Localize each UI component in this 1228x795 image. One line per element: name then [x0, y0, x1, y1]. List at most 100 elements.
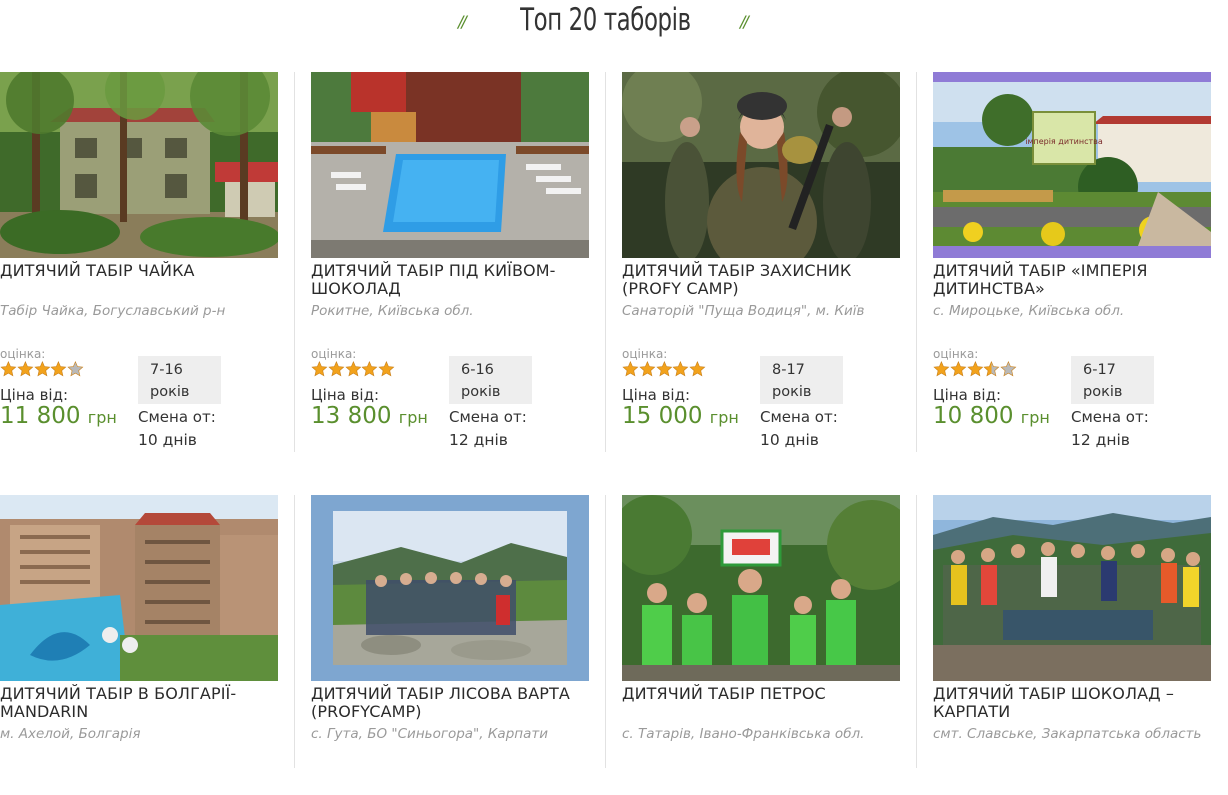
age-unit: років — [772, 384, 812, 400]
age-range: 7-16 — [150, 362, 183, 378]
age-unit: років — [461, 384, 501, 400]
rating-stars — [311, 361, 395, 377]
column-divider — [916, 495, 917, 768]
price-value: 10 800 грн — [933, 403, 1050, 429]
price-label: Ціна від: — [933, 386, 1002, 404]
star-icon — [17, 361, 34, 377]
section-title: Топ 20 таборів — [520, 2, 691, 38]
star-icon — [378, 361, 395, 377]
camp-location: с. Мироцьке, Київська обл. — [933, 303, 1125, 319]
camp-name[interactable]: ДИТЯЧИЙ ТАБІР ЧАЙКА — [0, 262, 276, 280]
camp-card[interactable]: ДИТЯЧИЙ ТАБІР ШОКОЛАД – КАРПАТИ смт. Сла… — [933, 495, 1211, 795]
price-label: Ціна від: — [311, 386, 380, 404]
camp-name[interactable]: ДИТЯЧИЙ ТАБІР В БОЛГАРІЇ-MANDARIN — [0, 685, 276, 721]
camp-name[interactable]: ДИТЯЧИЙ ТАБІР ПІД КИЇВОМ-ШОКОЛАД — [311, 262, 587, 298]
camp-card[interactable]: ДИТЯЧИЙ ТАБІР ЛІСОВА ВАРТА (PROFYCAMP) с… — [311, 495, 589, 795]
shift-label: Смена от: — [449, 408, 527, 426]
star-icon — [672, 361, 689, 377]
age-badge: 8-17 років — [760, 356, 843, 404]
rating-label: оцінка: — [311, 347, 357, 361]
price-currency: грн — [398, 408, 428, 427]
camp-location: с. Татарів, Івано-Франківська обл. — [622, 726, 865, 742]
star-icon — [328, 361, 345, 377]
price-value: 13 800 грн — [311, 403, 428, 429]
camp-card[interactable]: ДИТЯЧИЙ ТАБІР ЗАХИСНИК (PROFY CAMP) Сана… — [622, 72, 900, 449]
rating-stars — [933, 361, 1017, 377]
shift-duration: 10 днів — [138, 431, 197, 449]
shift-label: Смена от: — [760, 408, 838, 426]
title-ornament-right: // — [740, 12, 749, 31]
shift-duration: 12 днів — [449, 431, 508, 449]
camp-card[interactable]: імперія дитинства ДИТЯЧИЙ ТАБІР «ІМПЕРІЯ… — [933, 72, 1211, 449]
price-label: Ціна від: — [622, 386, 691, 404]
age-badge: 6-16 років — [449, 356, 532, 404]
section-header: // Топ 20 таборів // — [0, 0, 1228, 50]
rating-stars — [622, 361, 706, 377]
age-range: 6-16 — [461, 362, 494, 378]
age-range: 8-17 — [772, 362, 805, 378]
camp-photo-resort-buildings[interactable] — [0, 495, 278, 681]
star-icon — [655, 361, 673, 377]
shift-duration: 10 днів — [760, 431, 819, 449]
camp-card[interactable]: ДИТЯЧИЙ ТАБІР В БОЛГАРІЇ-MANDARIN м. Ахе… — [0, 495, 278, 795]
price-currency: грн — [87, 408, 117, 427]
shift-duration: 12 днів — [1071, 431, 1130, 449]
star-icon — [344, 361, 362, 377]
column-divider — [605, 495, 606, 768]
camp-location: с. Гута, БО "Синьогора", Карпати — [311, 726, 549, 742]
camp-card[interactable]: ДИТЯЧИЙ ТАБІР ПІД КИЇВОМ-ШОКОЛАД Рокитне… — [311, 72, 589, 449]
star-icon — [311, 361, 328, 377]
camp-location: м. Ахелой, Болгарія — [0, 726, 141, 742]
age-range: 6-17 — [1083, 362, 1116, 378]
star-icon — [1000, 361, 1017, 377]
camp-photo-mountain-group[interactable] — [311, 495, 589, 681]
shift-label: Смена от: — [1071, 408, 1149, 426]
star-icon — [33, 361, 51, 377]
age-badge: 7-16 років — [138, 356, 221, 404]
star-icon — [689, 361, 706, 377]
age-unit: років — [150, 384, 190, 400]
camp-name[interactable]: ДИТЯЧИЙ ТАБІР ПЕТРОС — [622, 685, 898, 703]
column-divider — [294, 72, 295, 452]
camp-name[interactable]: ДИТЯЧИЙ ТАБІР ЛІСОВА ВАРТА (PROFYCAMP) — [311, 685, 587, 721]
camp-photo-mountain-teens[interactable] — [933, 495, 1211, 681]
age-badge: 6-17 років — [1071, 356, 1154, 404]
camp-location: Санаторій "Пуща Водиця", м. Київ — [622, 303, 865, 319]
rating-stars — [0, 361, 84, 377]
camp-location: Рокитне, Київська обл. — [311, 303, 474, 319]
column-divider — [294, 495, 295, 768]
price-value: 15 000 грн — [622, 403, 739, 429]
star-icon — [983, 361, 1000, 377]
rating-label: оцінка: — [0, 347, 46, 361]
camp-card[interactable]: ДИТЯЧИЙ ТАБІР ЧАЙКА Табір Чайка, Богусла… — [0, 72, 278, 449]
column-divider — [916, 72, 917, 452]
price-value: 11 800 грн — [0, 403, 117, 429]
star-icon — [966, 361, 984, 377]
photo-sign-text: імперія дитинства — [1025, 137, 1103, 146]
camp-card[interactable]: ДИТЯЧИЙ ТАБІР ПЕТРОС с. Татарів, Івано-Ф… — [622, 495, 900, 795]
camp-photo-kids-green-shirts[interactable] — [622, 495, 900, 681]
camp-photo-swimming-pool[interactable] — [311, 72, 589, 258]
star-icon — [933, 361, 950, 377]
rating-label: оцінка: — [622, 347, 668, 361]
price-currency: грн — [709, 408, 739, 427]
star-icon — [50, 361, 67, 377]
camp-name[interactable]: ДИТЯЧИЙ ТАБІР «ІМПЕРІЯ ДИТИНСТВА» — [933, 262, 1209, 298]
star-icon — [67, 361, 84, 377]
camp-photo-paintball[interactable] — [622, 72, 900, 258]
star-icon — [639, 361, 656, 377]
camp-location: смт. Славське, Закарпатська область — [933, 726, 1202, 742]
column-divider — [605, 72, 606, 452]
star-icon — [361, 361, 378, 377]
price-currency: грн — [1020, 408, 1050, 427]
camp-name[interactable]: ДИТЯЧИЙ ТАБІР ЗАХИСНИК (PROFY CAMP) — [622, 262, 898, 298]
camp-photo-entrance-sign[interactable]: імперія дитинства — [933, 72, 1211, 258]
age-unit: років — [1083, 384, 1123, 400]
star-icon — [950, 361, 967, 377]
rating-label: оцінка: — [933, 347, 979, 361]
camp-location: Табір Чайка, Богуславський р-н — [0, 303, 226, 319]
star-icon — [0, 361, 17, 377]
star-icon — [622, 361, 639, 377]
camp-photo-forest-cottage[interactable] — [0, 72, 278, 258]
camp-name[interactable]: ДИТЯЧИЙ ТАБІР ШОКОЛАД – КАРПАТИ — [933, 685, 1209, 721]
